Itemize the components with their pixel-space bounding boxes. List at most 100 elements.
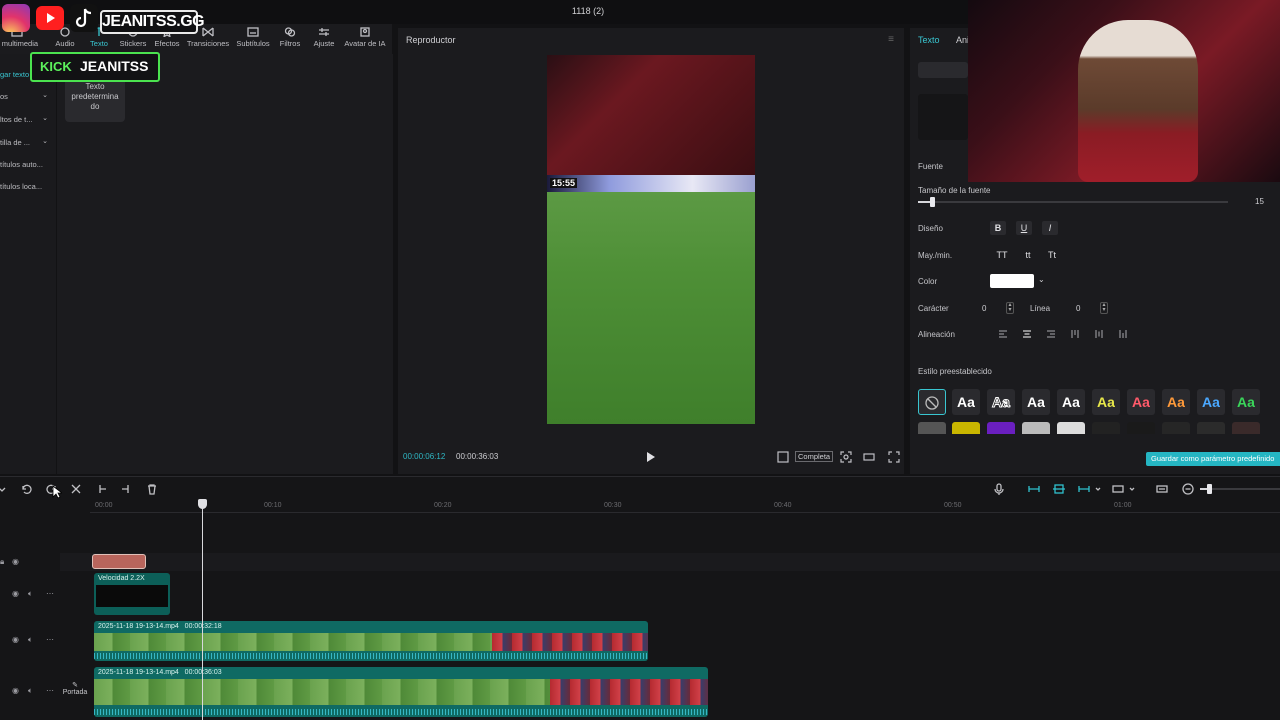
preset-style-tile[interactable]: Aa — [1022, 389, 1050, 415]
speaker-icon[interactable]: 🔈︎ — [28, 686, 33, 696]
preset-style-tile[interactable]: Aa — [1232, 389, 1260, 415]
italic-button[interactable]: I — [1042, 221, 1058, 235]
tab-text[interactable]: Texto — [918, 35, 940, 45]
speed-clip[interactable]: Velocidad 2.2X — [94, 573, 170, 615]
preset-style-tile[interactable] — [987, 422, 1015, 434]
vertical-align-middle-icon[interactable] — [1094, 329, 1104, 339]
microphone-icon[interactable] — [993, 483, 1005, 495]
font-size-value[interactable]: 15 — [1255, 197, 1264, 206]
eye-icon[interactable]: ◉ — [12, 589, 19, 598]
playhead-handle[interactable] — [198, 499, 207, 509]
timeline-zoom-slider[interactable] — [1200, 484, 1280, 494]
aspect-fit-icon[interactable] — [1112, 483, 1124, 495]
preset-style-tile[interactable]: Aa — [987, 389, 1015, 415]
tool-ai-avatar[interactable]: Avatar de IA — [342, 26, 388, 52]
category-label: tilla de ... — [0, 138, 31, 147]
preset-style-tile[interactable] — [952, 422, 980, 434]
line-spacing-value[interactable]: 0 — [1076, 304, 1080, 313]
preset-style-tile[interactable]: Aa — [1197, 389, 1225, 415]
video-clip[interactable]: 2025-11-18 19-13-14.mp4 00:00:32:18 — [94, 621, 648, 661]
track-height-icon[interactable] — [1156, 483, 1168, 495]
link-clips-icon[interactable] — [1028, 483, 1040, 495]
tool-subtitles[interactable]: Subtítulos — [234, 26, 272, 52]
category-auto-captions[interactable]: títulos auto... — [0, 156, 52, 174]
lowercase-button[interactable]: tt — [1020, 248, 1036, 262]
category-label: títulos loca... — [0, 182, 43, 191]
zoom-out-icon[interactable] — [1182, 483, 1194, 495]
category-templates[interactable]: tilla de ... ⌄ — [0, 134, 52, 152]
more-icon[interactable]: ⋯ — [46, 686, 54, 695]
preset-style-tile[interactable] — [1197, 422, 1225, 434]
video-preview[interactable]: 15:55 — [547, 55, 755, 424]
preset-style-none[interactable] — [918, 389, 946, 415]
chevron-down-icon[interactable] — [1126, 483, 1138, 495]
tool-audio-label: Audio — [55, 39, 75, 48]
more-icon[interactable]: ⋯ — [46, 635, 54, 644]
split-icon[interactable] — [70, 483, 82, 495]
fullscreen-icon[interactable] — [888, 451, 900, 463]
lock-icon[interactable]: 🔒︎ — [0, 557, 4, 567]
text-input-box[interactable] — [918, 62, 968, 78]
bold-button[interactable]: B — [990, 221, 1006, 235]
preset-style-tile[interactable]: Aa — [1162, 389, 1190, 415]
font-size-slider[interactable] — [918, 197, 1228, 207]
magnet-snap-icon[interactable] — [1053, 483, 1065, 495]
timeline-panel: 00:00 00:10 00:20 00:30 00:40 00:50 01:0… — [0, 476, 1280, 720]
category-effects[interactable]: os ⌄ — [0, 88, 52, 106]
save-preset-button[interactable]: Guardar como parámetro predefinido — [1146, 452, 1280, 466]
eye-icon[interactable]: ◉ — [12, 557, 19, 566]
text-clip[interactable] — [92, 554, 146, 569]
preset-style-tile[interactable] — [1092, 422, 1120, 434]
titlecase-button[interactable]: Tt — [1044, 248, 1060, 262]
vertical-align-top-icon[interactable] — [1070, 329, 1080, 339]
more-icon[interactable]: ⋯ — [46, 589, 54, 598]
preset-style-tile[interactable] — [918, 422, 946, 434]
preset-style-tile[interactable] — [1127, 422, 1155, 434]
vertical-align-bottom-icon[interactable] — [1118, 329, 1128, 339]
cover-button[interactable]: ✎ Portada — [62, 681, 88, 703]
align-right-icon[interactable] — [1046, 329, 1056, 339]
align-center-icon[interactable] — [1022, 329, 1032, 339]
preview-axis-icon[interactable] — [1078, 483, 1090, 495]
trim-right-icon[interactable] — [120, 483, 132, 495]
preset-style-tile[interactable] — [1162, 422, 1190, 434]
character-spacing-stepper[interactable]: ▴ ▾ — [1006, 302, 1014, 314]
menu-icon[interactable]: ≡ — [888, 34, 894, 45]
chevron-down-icon[interactable] — [0, 483, 8, 495]
align-left-icon[interactable] — [998, 329, 1008, 339]
chevron-down-icon[interactable] — [1092, 483, 1104, 495]
tool-adjust[interactable]: Ajuste — [310, 26, 338, 52]
chevron-down-icon[interactable]: ⌄ — [1038, 275, 1045, 284]
preset-style-tile[interactable]: Aa — [1127, 389, 1155, 415]
delete-icon[interactable] — [146, 483, 158, 495]
preset-style-tile[interactable] — [1232, 422, 1260, 434]
snapshot-icon[interactable] — [840, 451, 852, 463]
trim-left-icon[interactable] — [96, 483, 108, 495]
preset-style-tile[interactable] — [1057, 422, 1085, 434]
underline-button[interactable]: U — [1016, 221, 1032, 235]
quality-icon[interactable] — [863, 451, 875, 463]
speaker-icon[interactable]: 🔈︎ — [28, 589, 33, 599]
category-local-captions[interactable]: títulos loca... — [0, 178, 52, 196]
zoom-slider-handle[interactable] — [1207, 484, 1212, 494]
speaker-icon[interactable]: 🔈︎ — [28, 635, 33, 645]
undo-icon[interactable] — [20, 483, 32, 495]
preset-style-tile[interactable]: Aa — [952, 389, 980, 415]
color-picker[interactable] — [990, 274, 1034, 288]
eye-icon[interactable]: ◉ — [12, 635, 19, 644]
play-icon[interactable] — [646, 451, 656, 463]
character-spacing-value[interactable]: 0 — [982, 304, 986, 313]
preset-style-tile[interactable]: Aa — [1057, 389, 1085, 415]
category-text-effects[interactable]: ltos de t... ⌄ — [0, 111, 52, 129]
eye-icon[interactable]: ◉ — [12, 686, 19, 695]
text-content-area[interactable] — [918, 94, 968, 140]
line-spacing-stepper[interactable]: ▴ ▾ — [1100, 302, 1108, 314]
font-size-slider-handle[interactable] — [930, 197, 936, 207]
tool-filters[interactable]: Filtros — [276, 26, 304, 52]
uppercase-button[interactable]: TT — [994, 248, 1010, 262]
preset-style-tile[interactable] — [1022, 422, 1050, 434]
main-video-clip[interactable]: 2025-11-18 19-13-14.mp4 00:00:36:03 — [94, 667, 708, 717]
crop-icon[interactable] — [777, 451, 789, 463]
preset-style-tile[interactable]: Aa — [1092, 389, 1120, 415]
aspect-ratio-button[interactable]: Completa — [795, 451, 834, 462]
